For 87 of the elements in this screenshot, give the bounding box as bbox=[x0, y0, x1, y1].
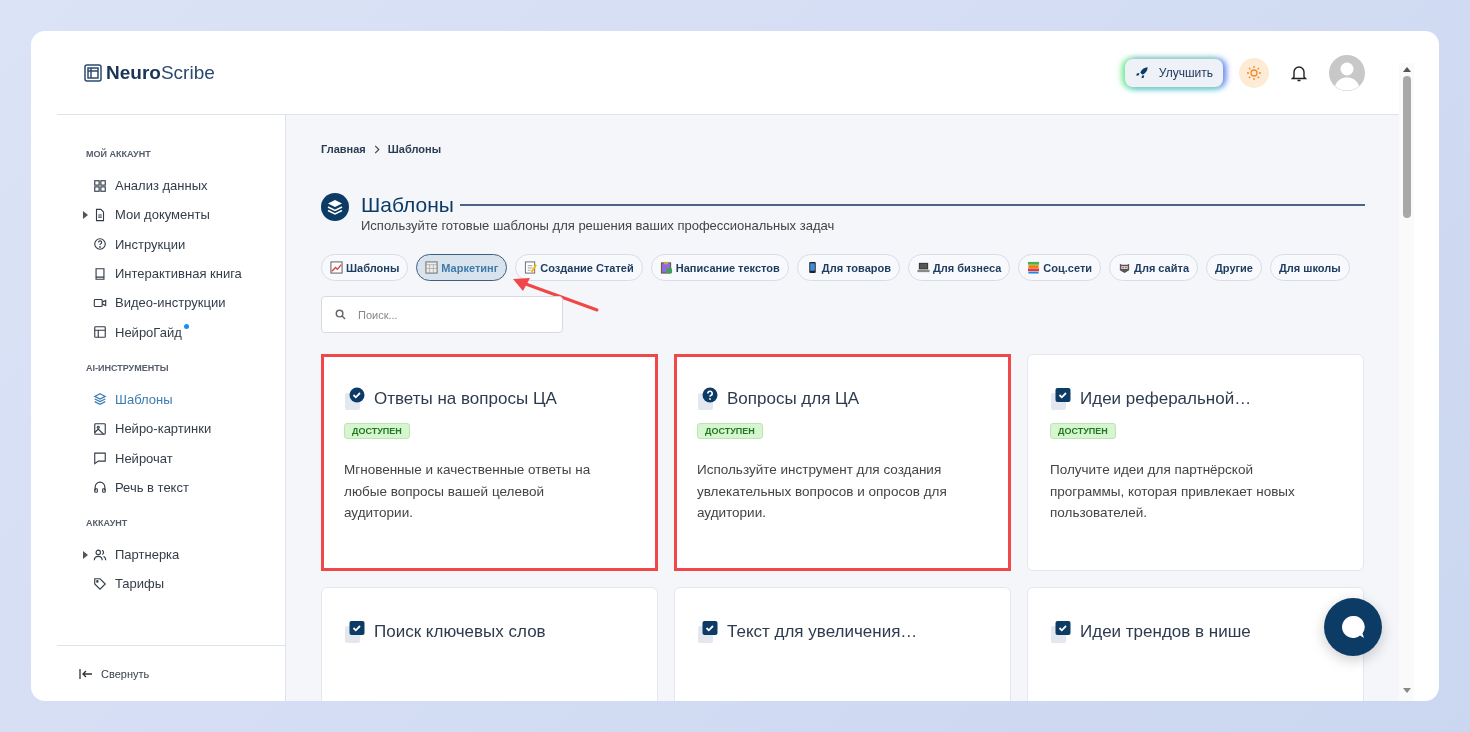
brand-logo[interactable]: NeuroScribe bbox=[106, 61, 215, 84]
scrollbar-thumb[interactable] bbox=[1402, 76, 1411, 218]
robot-icon bbox=[1118, 261, 1132, 274]
clipboard-icon bbox=[659, 261, 673, 274]
sidebar-item[interactable]: НейроГайд bbox=[86, 317, 285, 347]
template-card[interactable]: Поиск ключевых слов bbox=[321, 587, 658, 701]
headphones-icon bbox=[93, 480, 107, 495]
doc-icon bbox=[93, 207, 107, 222]
card-title: Ответы на вопросы ЦА bbox=[374, 389, 557, 409]
sidebar-item[interactable]: Интерактивная книга bbox=[86, 258, 285, 289]
status-badge: ДОСТУПЕН bbox=[697, 423, 763, 439]
sidebar-item[interactable]: Шаблоны bbox=[86, 384, 285, 415]
section-heading: AI-ИНСТРУМЕНТЫ bbox=[86, 362, 170, 373]
template-card[interactable]: Идеи трендов в нише bbox=[1027, 587, 1364, 701]
collapse-button[interactable]: Свернуть bbox=[57, 645, 285, 701]
category-chip[interactable]: Маркетинг bbox=[416, 254, 508, 281]
sidebar-item[interactable]: Анализ данных bbox=[86, 171, 285, 201]
card-title: Идеи реферальной… bbox=[1080, 389, 1252, 409]
status-badge: ДОСТУПЕН bbox=[1050, 423, 1116, 439]
card-title: Идеи трендов в нише bbox=[1080, 622, 1251, 642]
rocket-icon bbox=[1134, 65, 1149, 80]
notification-bell-icon[interactable] bbox=[1291, 63, 1307, 82]
status-badge: ДОСТУПЕН bbox=[344, 423, 410, 439]
template-card[interactable]: Текст для увеличения… bbox=[674, 587, 1011, 701]
card-description: Получите идеи для партнёрской программы, которая привлекает новых пользователей. bbox=[1050, 461, 1296, 522]
upgrade-button[interactable]: Улучшить bbox=[1124, 58, 1223, 87]
sidebar-item[interactable]: Тарифы bbox=[86, 569, 285, 599]
logo-icon bbox=[84, 63, 102, 82]
search-icon bbox=[335, 309, 346, 320]
sun-icon bbox=[1246, 64, 1262, 81]
calendar-icon bbox=[425, 261, 439, 274]
help-icon bbox=[93, 237, 107, 252]
layers-icon bbox=[321, 193, 349, 221]
category-chip[interactable]: Для товаров bbox=[796, 254, 900, 281]
sidebar-item[interactable]: Нейрочат bbox=[86, 443, 285, 473]
sidebar-item[interactable]: Речь в текст bbox=[86, 472, 285, 502]
breadcrumb-link[interactable]: Главная bbox=[321, 143, 366, 155]
category-chip[interactable]: Для бизнеса bbox=[908, 254, 1011, 281]
book-icon bbox=[93, 266, 107, 281]
image-icon bbox=[93, 421, 107, 436]
page-title: Шаблоны bbox=[361, 193, 454, 217]
section-heading: МОЙ АККАУНТ bbox=[86, 149, 152, 159]
card-title: Вопросы для ЦА bbox=[727, 389, 860, 409]
template-card[interactable]: Ответы на вопросы ЦА ДОСТУПЕН Мгновенные и качественные ответы на любые вопросы вашей целевой аудитории. bbox=[321, 354, 658, 571]
card-title: Текст для увеличения… bbox=[727, 622, 918, 642]
sidebar-item[interactable]: Мои документы bbox=[86, 200, 285, 230]
grid-icon bbox=[93, 178, 107, 193]
sidebar-item[interactable]: Инструкции bbox=[86, 229, 285, 259]
chevron-right-icon bbox=[373, 144, 380, 154]
category-chip[interactable]: Для сайта bbox=[1109, 254, 1198, 281]
search-field[interactable]: Поиск... bbox=[321, 296, 563, 333]
card-description: Используйте инструмент для создания увлекательных вопросов и опросов для аудитории. bbox=[697, 461, 948, 522]
sidebar-item[interactable]: Нейро-картинки bbox=[86, 414, 285, 444]
category-chip[interactable]: Создание Статей bbox=[515, 254, 643, 281]
category-chip[interactable]: Соц.сети bbox=[1018, 254, 1102, 281]
books-icon bbox=[1027, 261, 1041, 274]
tag-icon bbox=[93, 576, 107, 591]
layers-icon bbox=[93, 392, 107, 407]
template-card[interactable]: Идеи реферальной… ДОСТУПЕН Получите идеи для партнёрской программы, которая привлекает новых пользователей. bbox=[1027, 354, 1364, 571]
memo-icon bbox=[524, 261, 538, 274]
card-description: Мгновенные и качественные ответы на любые вопросы вашей целевой аудитории. bbox=[344, 461, 592, 522]
category-chip[interactable]: Для школы bbox=[1270, 254, 1350, 281]
theme-toggle-button[interactable] bbox=[1239, 57, 1269, 88]
chat-button[interactable] bbox=[1324, 598, 1382, 656]
category-chip[interactable]: Шаблоны bbox=[321, 254, 409, 281]
category-chip[interactable]: Написание текстов bbox=[650, 254, 789, 281]
scroll-down-arrow-icon[interactable] bbox=[1402, 688, 1411, 693]
sidebar-item[interactable]: Видео-инструкции bbox=[86, 288, 285, 318]
sidebar-item[interactable]: Партнерка bbox=[86, 539, 285, 570]
chat-icon bbox=[93, 451, 107, 465]
breadcrumb-link[interactable]: Шаблоны bbox=[387, 143, 442, 155]
card-title: Поиск ключевых слов bbox=[374, 622, 546, 642]
checkmark-icon bbox=[1050, 620, 1074, 644]
collapse-arrow-icon bbox=[79, 668, 93, 679]
scroll-up-arrow-icon[interactable] bbox=[1402, 67, 1411, 72]
layout-icon bbox=[93, 325, 107, 340]
chat-bubble-icon bbox=[1339, 613, 1367, 641]
laptop-icon bbox=[917, 261, 930, 274]
checkmark-icon bbox=[344, 620, 368, 644]
chart-icon bbox=[330, 261, 343, 274]
checkmark-icon bbox=[697, 620, 721, 644]
page-subtitle: Используйте готовые шаблоны для решения ваших профессиональных задач bbox=[361, 218, 836, 233]
template-card[interactable]: Вопросы для ЦА ДОСТУПЕН Используйте инструмент для создания увлекательных вопросов и опросов для аудитории. bbox=[674, 354, 1011, 571]
checkmark-icon bbox=[1050, 387, 1074, 411]
category-chip[interactable]: Другие bbox=[1206, 254, 1262, 281]
section-heading: АККАУНТ bbox=[86, 517, 129, 528]
users-icon bbox=[93, 547, 107, 562]
